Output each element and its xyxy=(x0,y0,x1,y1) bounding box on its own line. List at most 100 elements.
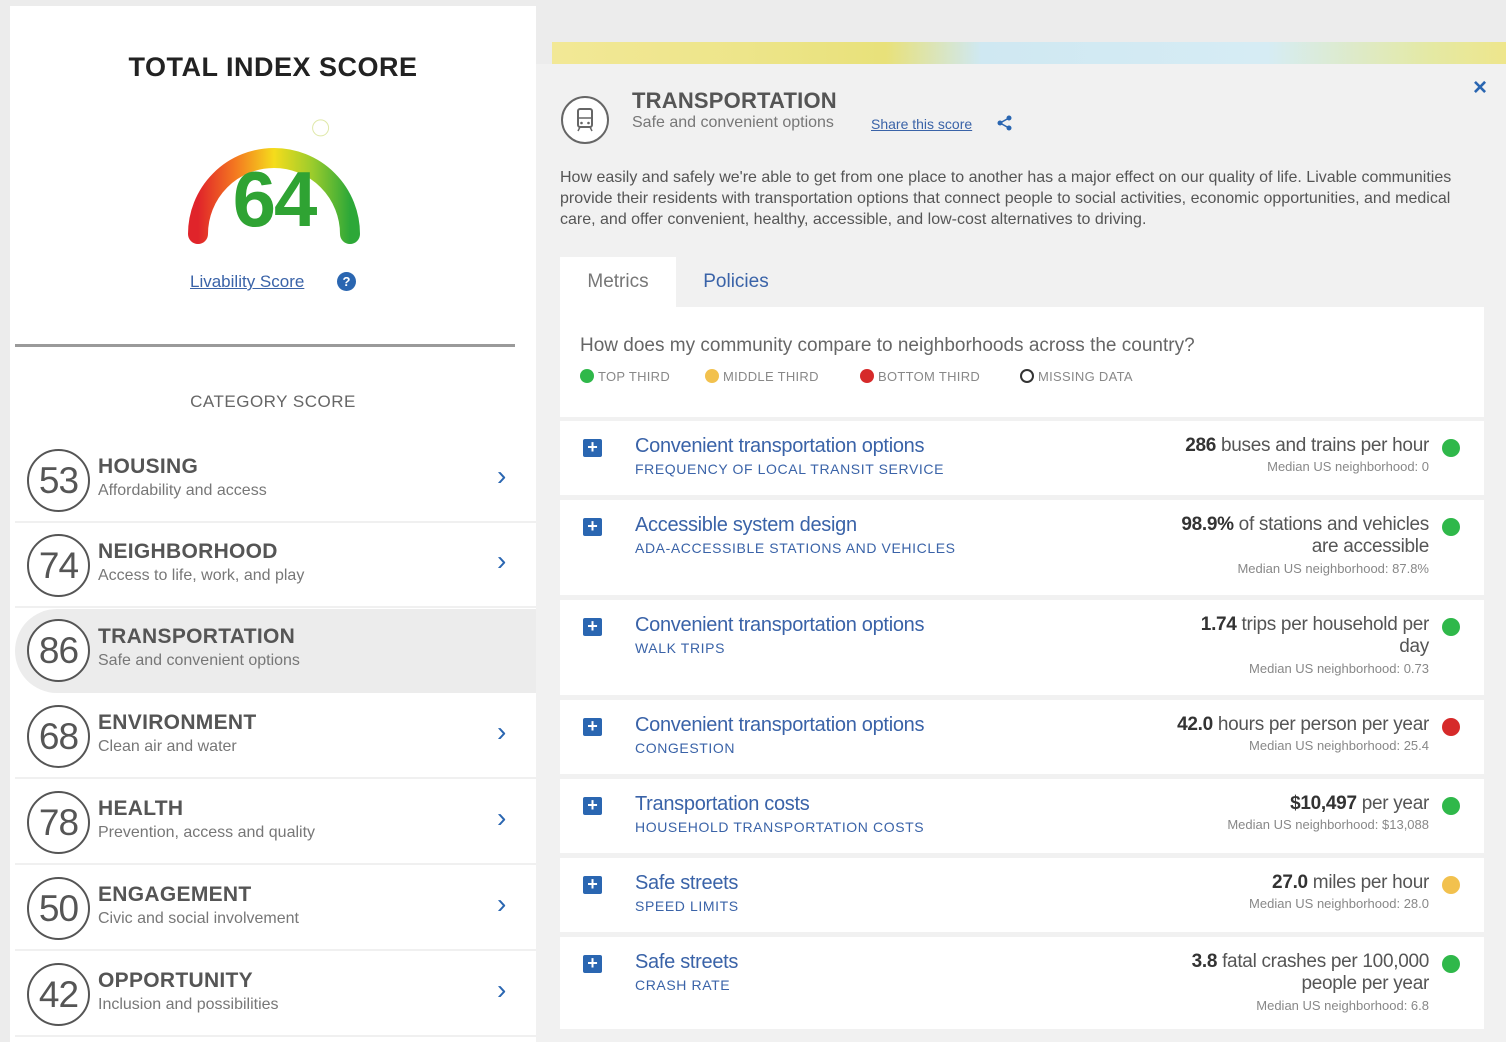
expand-plus-icon[interactable]: + xyxy=(583,517,602,536)
metric-value: 3.8 fatal crashes per 100,000 people per … xyxy=(1109,951,1430,995)
metric-title[interactable]: Safe streets xyxy=(635,872,738,895)
close-button[interactable]: × xyxy=(1473,74,1487,102)
status-dot-icon xyxy=(1442,618,1460,636)
expand-plus-icon[interactable]: + xyxy=(583,875,602,894)
livability-score-link[interactable]: Livability Score xyxy=(190,272,304,292)
metric-value-number: 3.8 xyxy=(1191,951,1218,972)
metric-value: 98.9% of stations and vehicles are access… xyxy=(1109,514,1429,558)
expand-plus-icon[interactable]: + xyxy=(583,796,602,815)
chevron-right-icon[interactable]: › xyxy=(497,717,506,747)
metric-median: Median US neighborhood: 0 xyxy=(1267,459,1429,474)
share-score-link[interactable]: Share this score xyxy=(871,116,972,132)
metric-value-unit-cont: day xyxy=(1399,636,1429,657)
metric-row[interactable]: + Accessible system design ADA-ACCESSIBLE … xyxy=(560,500,1484,595)
metric-value: 27.0 miles per hour xyxy=(1109,872,1429,894)
detail-description: How easily and safely we're able to get … xyxy=(560,169,1452,228)
legend-label: BOTTOM THIRD xyxy=(878,369,981,384)
legend-dot-icon xyxy=(580,369,594,383)
category-description: Civic and social involvement xyxy=(98,910,299,927)
metric-subtitle: ADA-ACCESSIBLE STATIONS AND VEHICLES xyxy=(635,540,956,556)
transportation-detail-panel: × TRANSPORTATION Safe and convenient opt… xyxy=(536,64,1506,1042)
metric-value-number: $10,497 xyxy=(1290,793,1357,814)
chevron-right-icon[interactable]: › xyxy=(497,889,506,919)
category-score: 42 xyxy=(27,963,90,1026)
expand-plus-icon[interactable]: + xyxy=(583,954,602,973)
metric-subtitle: HOUSEHOLD TRANSPORTATION COSTS xyxy=(635,819,925,835)
metric-value: 42.0 hours per person per year xyxy=(1109,714,1429,736)
metric-title[interactable]: Convenient transportation options xyxy=(635,614,924,637)
metric-value-unit-cont: are accessible xyxy=(1311,536,1430,557)
metric-row[interactable]: + Convenient transportation options WALK T… xyxy=(560,600,1484,695)
status-dot-icon xyxy=(1442,797,1460,815)
category-description: Safe and convenient options xyxy=(98,652,300,669)
metric-value-number: 42.0 xyxy=(1177,714,1213,735)
category-score: 86 xyxy=(27,619,90,682)
category-score: 50 xyxy=(27,877,90,940)
metric-row[interactable]: + Safe streets SPEED LIMITS 27.0 miles per … xyxy=(560,858,1484,932)
metric-value: 1.74 trips per household per day xyxy=(1109,614,1430,658)
question-circle-icon[interactable]: ? xyxy=(337,272,356,291)
metric-row[interactable]: + Transportation costs HOUSEHOLD TRANSPORT… xyxy=(560,779,1484,853)
transportation-icon xyxy=(561,96,609,144)
category-score: 53 xyxy=(27,449,90,512)
status-dot-icon xyxy=(1442,518,1460,536)
metric-value-number: 98.9% xyxy=(1181,514,1234,535)
score-panel: TOTAL INDEX SCORE 64 Livability Score ? … xyxy=(10,6,536,1042)
category-name: HOUSING xyxy=(98,455,199,478)
expand-plus-icon[interactable]: + xyxy=(583,717,602,736)
metric-subtitle: WALK TRIPS xyxy=(635,640,726,656)
category-row-environment[interactable]: 68 ENVIRONMENT Clean air and water › xyxy=(15,695,536,779)
category-score: 78 xyxy=(27,791,90,854)
chevron-right-icon[interactable]: › xyxy=(497,975,506,1005)
expand-plus-icon[interactable]: + xyxy=(583,617,602,636)
status-dot-icon xyxy=(1442,439,1460,457)
category-description: Prevention, access and quality xyxy=(98,824,316,841)
metric-title[interactable]: Convenient transportation options xyxy=(635,714,924,737)
legend-item: MIDDLE THIRD xyxy=(705,369,819,384)
metric-value-unit: per year xyxy=(1356,793,1430,814)
metric-median: Median US neighborhood: 25.4 xyxy=(1249,738,1429,753)
metric-title[interactable]: Convenient transportation options xyxy=(635,435,924,458)
legend-dot-icon xyxy=(1020,369,1034,383)
chevron-right-icon[interactable]: › xyxy=(497,803,506,833)
category-row-engagement[interactable]: 50 ENGAGEMENT Civic and social involvement… xyxy=(15,867,536,951)
metric-subtitle: CONGESTION xyxy=(635,740,736,756)
tab-metrics[interactable]: Metrics xyxy=(560,257,676,307)
category-row-opportunity[interactable]: 42 OPPORTUNITY Inclusion and possibilities… xyxy=(15,953,536,1037)
metric-value-unit: miles per hour xyxy=(1307,872,1430,893)
chevron-right-icon[interactable]: › xyxy=(497,546,506,576)
metric-value-unit-cont: people per year xyxy=(1301,973,1429,994)
metric-median: Median US neighborhood: 6.8 xyxy=(1256,998,1429,1013)
metric-value-number: 1.74 xyxy=(1200,614,1237,635)
tab-policies[interactable]: Policies xyxy=(676,257,796,307)
category-name: ENGAGEMENT xyxy=(98,883,252,906)
metric-value: $10,497 per year xyxy=(1109,793,1429,815)
metric-median: Median US neighborhood: 87.8% xyxy=(1237,561,1429,576)
category-row-housing[interactable]: 53 HOUSING Affordability and access › xyxy=(15,439,536,523)
metric-value-number: 286 xyxy=(1185,435,1217,456)
legend-dot-icon xyxy=(705,369,719,383)
expand-plus-icon[interactable]: + xyxy=(583,438,602,457)
metric-value: 286 buses and trains per hour xyxy=(1109,435,1429,457)
metric-row[interactable]: + Safe streets CRASH RATE 3.8 fatal crashes… xyxy=(560,937,1484,1029)
metric-row[interactable]: + Convenient transportation options CONGES… xyxy=(560,700,1484,774)
metric-subtitle: CRASH RATE xyxy=(635,977,731,993)
category-row-neighborhood[interactable]: 74 NEIGHBORHOOD Access to life, work, and … xyxy=(15,524,536,608)
chevron-right-icon[interactable]: › xyxy=(497,461,506,491)
metric-row[interactable]: + Convenient transportation options FREQUE… xyxy=(560,421,1484,495)
category-name: OPPORTUNITY xyxy=(98,969,253,992)
metric-subtitle: FREQUENCY OF LOCAL TRANSIT SERVICE xyxy=(635,461,945,477)
category-description: Affordability and access xyxy=(98,482,267,499)
category-description: Access to life, work, and play xyxy=(98,567,305,584)
share-icon[interactable] xyxy=(996,114,1014,132)
legend-label: MIDDLE THIRD xyxy=(723,369,819,384)
category-row-health[interactable]: 78 HEALTH Prevention, access and quality › xyxy=(15,781,536,865)
metric-title[interactable]: Transportation costs xyxy=(635,793,810,816)
metric-title[interactable]: Safe streets xyxy=(635,951,738,974)
category-description: Inclusion and possibilities xyxy=(98,996,279,1013)
category-row-transportation[interactable]: 86 TRANSPORTATION Safe and convenient opti… xyxy=(15,609,536,693)
legend-item: MISSING DATA xyxy=(1020,369,1133,384)
detail-title: TRANSPORTATION xyxy=(632,88,837,113)
metric-title[interactable]: Accessible system design xyxy=(635,514,857,537)
category-name: NEIGHBORHOOD xyxy=(98,540,278,563)
